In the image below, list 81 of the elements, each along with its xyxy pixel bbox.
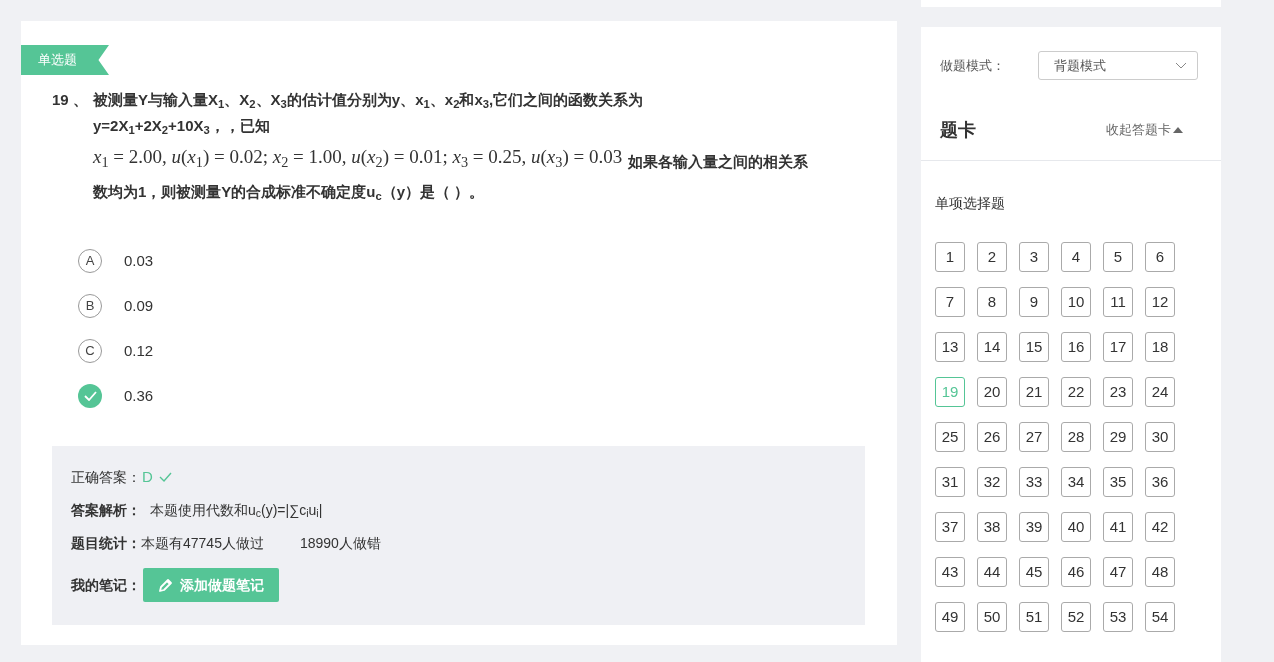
question-number-button[interactable]: 12	[1145, 287, 1175, 317]
question-number-button[interactable]: 29	[1103, 422, 1133, 452]
question-number-button[interactable]: 50	[977, 602, 1007, 632]
question-number-button[interactable]: 49	[935, 602, 965, 632]
question-number-button[interactable]: 16	[1061, 332, 1091, 362]
question-number-button[interactable]: 39	[1019, 512, 1049, 542]
option-text: 0.12	[124, 340, 154, 361]
question-number-button[interactable]: 21	[1019, 377, 1049, 407]
question-text: 被测量Y与输入量X$_{1}$、X$_{2}$、X$_{3}$的估计值分别为y、x$_{1}$、x$_{2}$和x$_{3}$,它们之间的函数关系为	[93, 90, 645, 112]
chevron-down-icon	[1175, 62, 1187, 69]
pencil-icon	[158, 577, 173, 593]
card-title: 题卡	[940, 118, 976, 142]
option-text: 0.09	[124, 295, 154, 316]
question-number-button[interactable]: 20	[977, 377, 1007, 407]
question-number-button[interactable]: 2	[977, 242, 1007, 272]
question-number-button[interactable]: 23	[1103, 377, 1133, 407]
question-number-button[interactable]: 7	[935, 287, 965, 317]
question-number-button[interactable]: 27	[1019, 422, 1049, 452]
collapse-card-link[interactable]: 收起答题卡	[1106, 120, 1183, 140]
question-number-button[interactable]: 43	[935, 557, 965, 587]
question-number-button[interactable]: 24	[1145, 377, 1175, 407]
question-number-button[interactable]: 18	[1145, 332, 1175, 362]
question-number-button[interactable]: 17	[1103, 332, 1133, 362]
question-number-button[interactable]: 42	[1145, 512, 1175, 542]
question-number-button[interactable]: 34	[1061, 467, 1091, 497]
question-number-button[interactable]: 36	[1145, 467, 1175, 497]
question-number-button[interactable]: 8	[977, 287, 1007, 317]
question-text: 数均为1，则被测量Y的合成标准不确定度u$_{c}$（y）是（ ）。	[93, 182, 486, 204]
correct-answer-label: 正确答案：	[71, 467, 141, 487]
question-number-button[interactable]: 31	[935, 467, 965, 497]
formula: x$_{1}$ = 2.00, u(x$_{1}$) = 0.02; x$_{2}$ = 1.00, u(x$_{2}$) = 0.01; x$_{3}$ = 0.25, u(x$_{3}$) = 0.03	[93, 145, 624, 172]
statistics-label: 题目统计：	[71, 533, 141, 553]
question-text: 如果各输入量之间的相关系	[628, 152, 809, 172]
mode-label: 做题模式：	[940, 56, 1005, 75]
triangle-up-icon	[1173, 127, 1183, 133]
question-number-button[interactable]: 54	[1145, 602, 1175, 632]
question-number-button[interactable]: 3	[1019, 242, 1049, 272]
question-text: y=2X$_{1}$+2X$_{2}$+10X$_{3}$，，已知	[93, 116, 271, 138]
question-number-button[interactable]: 45	[1019, 557, 1049, 587]
question-number-button[interactable]: 1	[935, 242, 965, 272]
question-number-button[interactable]: 15	[1019, 332, 1049, 362]
question-number-button[interactable]: 30	[1145, 422, 1175, 452]
question-number-button[interactable]: 10	[1061, 287, 1091, 317]
question-number-button[interactable]: 35	[1103, 467, 1133, 497]
question-number-button[interactable]: 41	[1103, 512, 1133, 542]
analysis-text: 本题使用代数和u$_{c}$(y)=|∑c$_{i}$u$_{i}$|	[150, 500, 323, 521]
question-number-button[interactable]: 52	[1061, 602, 1091, 632]
section-title: 单项选择题	[934, 194, 1005, 213]
statistics-text: 18990人做错	[299, 533, 381, 553]
question-number-button[interactable]: 40	[1061, 512, 1091, 542]
question-number-button[interactable]: 33	[1019, 467, 1049, 497]
question-number-button[interactable]: 44	[977, 557, 1007, 587]
question-number-button[interactable]: 22	[1061, 377, 1091, 407]
question-number-button[interactable]: 53	[1103, 602, 1133, 632]
question-number-button[interactable]: 25	[935, 422, 965, 452]
notes-label: 我的笔记：	[71, 575, 141, 595]
question-number-button[interactable]: 47	[1103, 557, 1133, 587]
question-number-button[interactable]: 11	[1103, 287, 1133, 317]
question-number-button[interactable]: 32	[977, 467, 1007, 497]
question-number-button[interactable]: 28	[1061, 422, 1091, 452]
question-number-button[interactable]: 38	[977, 512, 1007, 542]
analysis-label: 答案解析：	[71, 500, 141, 520]
option-text: 0.03	[124, 250, 154, 271]
question-number-button[interactable]: 9	[1019, 287, 1049, 317]
question-number-button[interactable]: 6	[1145, 242, 1175, 272]
question-number-button[interactable]: 5	[1103, 242, 1133, 272]
question-number-button[interactable]: 4	[1061, 242, 1091, 272]
question-number-button[interactable]: 13	[935, 332, 965, 362]
correct-answer-value: D	[142, 466, 153, 487]
option-text: 0.36	[124, 385, 154, 406]
question-number-button[interactable]: 51	[1019, 602, 1049, 632]
question-number: 19 、	[52, 90, 89, 110]
question-number-button[interactable]: 26	[977, 422, 1007, 452]
question-number-button[interactable]: 37	[935, 512, 965, 542]
mode-dropdown[interactable]: 背题模式	[1038, 51, 1198, 80]
check-icon	[158, 472, 172, 482]
statistics-text: 本题有47745人做过	[141, 533, 264, 553]
question-number-button[interactable]: 14	[977, 332, 1007, 362]
question-number-button[interactable]: 48	[1145, 557, 1175, 587]
question-type-tag: 单选题	[21, 45, 109, 75]
question-number-button[interactable]: 46	[1061, 557, 1091, 587]
